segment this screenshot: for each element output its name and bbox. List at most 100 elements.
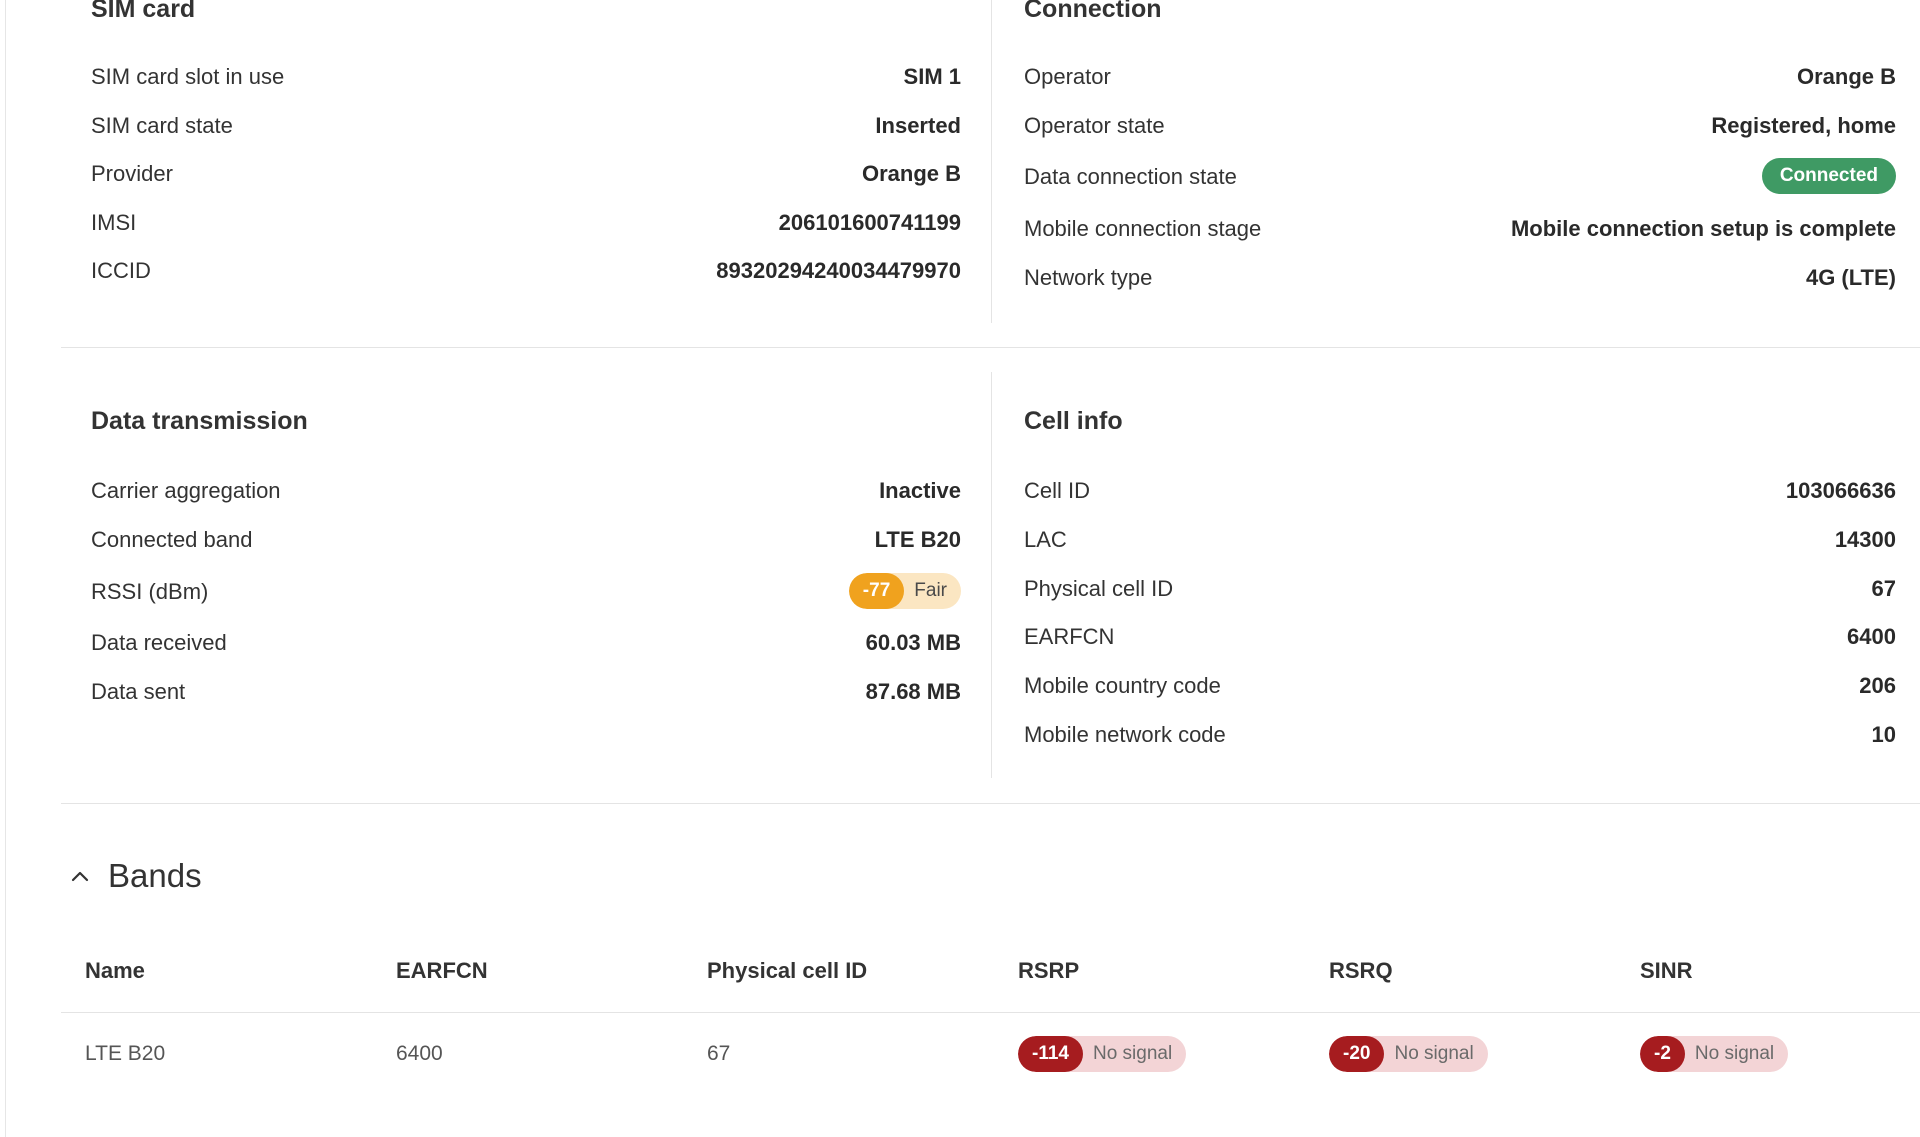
row-value: Inserted — [875, 113, 961, 138]
row-label: IMSI — [91, 210, 137, 235]
column-header-rsrq: RSRQ — [1329, 958, 1393, 983]
row-value: SIM 1 — [903, 64, 961, 89]
row-value: Registered, home — [1711, 113, 1896, 138]
row-label: Data connection state — [1024, 164, 1237, 189]
info-row: EARFCN 6400 — [1024, 622, 1896, 652]
bands-toggle[interactable]: Bands — [66, 856, 202, 896]
row-label: Cell ID — [1024, 478, 1091, 503]
row-value: 67 — [1871, 576, 1896, 601]
info-row: Data sent 87.68 MB — [91, 677, 961, 707]
info-row: Mobile connection stage Mobile connectio… — [1024, 214, 1896, 244]
info-row: Mobile network code 10 — [1024, 720, 1896, 750]
info-row: Mobile country code 206 — [1024, 671, 1896, 701]
info-row: LAC 14300 — [1024, 525, 1896, 555]
column-header-earfcn: EARFCN — [396, 958, 488, 983]
column-divider — [991, 372, 992, 778]
rsrq-signal-badge: -20 No signal — [1329, 1036, 1488, 1072]
row-value: Mobile connection setup is complete — [1510, 216, 1896, 241]
row-value: Orange B — [861, 161, 961, 186]
info-row: Data received 60.03 MB — [91, 628, 961, 658]
info-row: Operator state Registered, home — [1024, 111, 1896, 141]
row-label: Mobile network code — [1024, 722, 1226, 747]
row-value: 10 — [1871, 722, 1896, 747]
row-value: 60.03 MB — [865, 630, 961, 655]
row-value: Inactive — [879, 478, 961, 503]
info-row: RSSI (dBm) -77 Fair — [91, 573, 961, 609]
section-title: SIM card — [91, 0, 196, 23]
row-label: Mobile country code — [1024, 673, 1221, 698]
row-label: EARFCN — [1024, 624, 1115, 649]
row-label: Network type — [1024, 265, 1153, 290]
signal-quality: No signal — [1092, 1043, 1173, 1064]
row-value: 14300 — [1834, 527, 1896, 552]
row-value: 4G (LTE) — [1805, 265, 1896, 290]
info-row: SIM card state Inserted — [91, 111, 961, 141]
row-value: 206101600741199 — [778, 210, 961, 235]
section-divider — [61, 803, 1920, 804]
row-value: 87.68 MB — [865, 679, 961, 704]
section-divider — [61, 347, 1920, 348]
row-value: 103066636 — [1785, 478, 1896, 503]
signal-quality: No signal — [1394, 1043, 1474, 1064]
bands-title: Bands — [108, 857, 202, 894]
row-value: 206 — [1859, 673, 1896, 698]
signal-value: -77 — [848, 573, 905, 609]
row-value: Orange B — [1796, 64, 1896, 89]
column-header-physical-cell-id: Physical cell ID — [707, 958, 868, 983]
row-label: Operator — [1024, 64, 1111, 89]
column-header-rsrp: RSRP — [1018, 958, 1080, 983]
info-row: Network type 4G (LTE) — [1024, 263, 1896, 293]
info-row: Physical cell ID 67 — [1024, 574, 1896, 604]
row-label: Operator state — [1024, 113, 1165, 138]
rsrp-signal-badge: -114 No signal — [1018, 1036, 1187, 1072]
row-value: 6400 — [1847, 624, 1896, 649]
band-pci-cell: 67 — [707, 1042, 731, 1065]
info-row: IMSI 206101600741199 — [91, 208, 961, 238]
row-value: LTE B20 — [874, 527, 961, 552]
left-border — [5, 0, 6, 1137]
column-header-sinr: SINR — [1640, 958, 1693, 983]
section-title: Connection — [1024, 0, 1162, 23]
row-label: SIM card slot in use — [91, 64, 285, 89]
info-row: Carrier aggregation Inactive — [91, 476, 961, 506]
signal-quality: No signal — [1694, 1043, 1775, 1064]
row-label: Provider — [91, 161, 173, 186]
section-title: Cell info — [1024, 407, 1123, 435]
row-label: Physical cell ID — [1024, 576, 1174, 601]
sinr-signal-badge: -2 No signal — [1640, 1036, 1789, 1072]
connected-status-badge: Connected — [1761, 158, 1896, 194]
column-header-name: Name — [85, 958, 145, 983]
row-label: RSSI (dBm) — [91, 579, 209, 604]
row-label: ICCID — [91, 258, 151, 283]
info-row: Connected band LTE B20 — [91, 525, 961, 555]
rssi-signal-badge: -77 Fair — [848, 573, 961, 609]
chevron-up-icon — [71, 871, 89, 882]
table-header-divider — [61, 1012, 1920, 1013]
row-label: Data sent — [91, 679, 186, 704]
signal-value: -114 — [1018, 1036, 1083, 1072]
column-divider — [991, 0, 992, 323]
signal-quality: Fair — [914, 580, 947, 601]
band-earfcn-cell: 6400 — [396, 1042, 443, 1065]
info-row: SIM card slot in use SIM 1 — [91, 62, 961, 92]
section-title: Data transmission — [91, 407, 308, 435]
info-row: Provider Orange B — [91, 159, 961, 189]
row-label: Connected band — [91, 527, 253, 552]
row-label: SIM card state — [91, 113, 233, 138]
band-name-cell: LTE B20 — [85, 1042, 166, 1065]
data-transmission-section: Data transmission Carrier aggregation In… — [91, 400, 961, 720]
row-label: LAC — [1024, 527, 1067, 552]
info-row: Operator Orange B — [1024, 62, 1896, 92]
sim-card-section: SIM card SIM card slot in use SIM 1 SIM … — [91, 0, 961, 300]
info-row: Data connection state Connected — [1024, 158, 1896, 194]
signal-value: -20 — [1329, 1036, 1385, 1072]
info-row: Cell ID 103066636 — [1024, 476, 1896, 506]
row-label: Carrier aggregation — [91, 478, 281, 503]
connection-section: Connection Operator Orange B Operator st… — [1024, 0, 1896, 300]
cell-info-section: Cell info Cell ID 103066636 LAC 14300 Ph… — [1024, 400, 1896, 760]
row-label: Mobile connection stage — [1024, 216, 1262, 241]
signal-value: -2 — [1640, 1036, 1685, 1072]
row-label: Data received — [91, 630, 227, 655]
info-row: ICCID 89320294240034479970 — [91, 256, 961, 286]
row-value: 89320294240034479970 — [716, 258, 961, 283]
